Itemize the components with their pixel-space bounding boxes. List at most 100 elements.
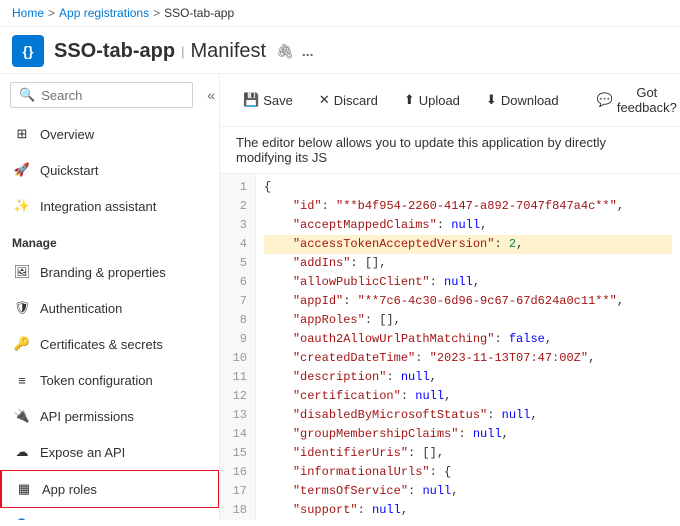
- sidebar-item-owners[interactable]: 👤 Owners: [0, 508, 219, 520]
- sidebar-item-integration-assistant[interactable]: ✨ Integration assistant: [0, 188, 219, 224]
- feedback-icon: 💬: [597, 92, 613, 108]
- sidebar-item-quickstart[interactable]: 🚀 Quickstart: [0, 152, 219, 188]
- app-header: {} SSO-tab-app | Manifest 🖇 ...: [0, 27, 680, 74]
- search-box[interactable]: 🔍: [10, 82, 193, 108]
- line-number: 2: [220, 197, 255, 216]
- line-number: 4: [220, 235, 255, 254]
- breadcrumb-app-registrations[interactable]: App registrations: [59, 6, 149, 20]
- sidebar-item-overview[interactable]: ⊞ Overview: [0, 116, 219, 152]
- code-line: "identifierUris": [],: [264, 444, 672, 463]
- code-line: "appRoles": [],: [264, 311, 672, 330]
- page-title: Manifest: [191, 40, 267, 63]
- sidebar-label-app-roles: App roles: [42, 482, 97, 497]
- code-line: "createdDateTime": "2023-11-13T07:47:00Z…: [264, 349, 672, 368]
- upload-icon: ⬆: [404, 92, 415, 108]
- line-number: 10: [220, 349, 255, 368]
- quickstart-icon: 🚀: [12, 160, 32, 180]
- content-area: 💾 Save ✕ Discard ⬆ Upload ⬇ Download 💬 G…: [220, 74, 680, 520]
- upload-button[interactable]: ⬆ Upload: [393, 87, 471, 113]
- save-button[interactable]: 💾 Save: [232, 87, 304, 113]
- upload-label: Upload: [419, 93, 460, 108]
- authentication-icon: 🛡: [12, 298, 32, 318]
- line-number: 16: [220, 463, 255, 482]
- line-number: 7: [220, 292, 255, 311]
- line-number: 9: [220, 330, 255, 349]
- sidebar-label-owners: Owners: [40, 519, 85, 521]
- breadcrumb-home[interactable]: Home: [12, 6, 44, 20]
- line-numbers: 123456789101112131415161718192021: [220, 174, 256, 520]
- line-number: 18: [220, 501, 255, 520]
- sidebar-label-token: Token configuration: [40, 373, 153, 388]
- discard-button[interactable]: ✕ Discard: [308, 87, 389, 113]
- sidebar-item-app-roles[interactable]: ▦ App roles: [0, 470, 219, 508]
- breadcrumb-sep1: >: [48, 6, 55, 20]
- token-icon: ≡: [12, 370, 32, 390]
- download-button[interactable]: ⬇ Download: [475, 87, 570, 113]
- sidebar-label-api: API permissions: [40, 409, 134, 424]
- feedback-label: Got feedback?: [617, 85, 677, 115]
- expose-icon: ☁: [12, 442, 32, 462]
- manage-section-label: Manage: [0, 224, 219, 254]
- more-options-icon[interactable]: ...: [302, 43, 314, 59]
- line-number: 17: [220, 482, 255, 501]
- collapse-button[interactable]: «: [203, 87, 219, 103]
- code-line: {: [264, 178, 672, 197]
- main-layout: 🔍 « ⊞ Overview 🚀 Quickstart ✨ Integratio…: [0, 74, 680, 520]
- code-line: "termsOfService": null,: [264, 482, 672, 501]
- code-line: "id": "**b4f954-2260-4147-a892-7047f847a…: [264, 197, 672, 216]
- app-icon: {}: [12, 35, 44, 67]
- branding-icon: 🖼: [12, 262, 32, 282]
- app-name: SSO-tab-app: [54, 40, 175, 63]
- line-number: 5: [220, 254, 255, 273]
- overview-icon: ⊞: [12, 124, 32, 144]
- sidebar-item-token-configuration[interactable]: ≡ Token configuration: [0, 362, 219, 398]
- sidebar-label-integration: Integration assistant: [40, 199, 156, 214]
- save-label: Save: [263, 93, 293, 108]
- breadcrumb: Home > App registrations > SSO-tab-app: [0, 0, 680, 27]
- sidebar-item-api-permissions[interactable]: 🔌 API permissions: [0, 398, 219, 434]
- header-icons: 🖇 ...: [276, 43, 313, 60]
- line-number: 14: [220, 425, 255, 444]
- feedback-button[interactable]: 💬 Got feedback?: [586, 80, 680, 120]
- download-icon: ⬇: [486, 92, 497, 108]
- code-line: "addIns": [],: [264, 254, 672, 273]
- breadcrumb-current: SSO-tab-app: [164, 6, 234, 20]
- code-line: "allowPublicClient": null,: [264, 273, 672, 292]
- sidebar-item-authentication[interactable]: 🛡 Authentication: [0, 290, 219, 326]
- code-line: "groupMembershipClaims": null,: [264, 425, 672, 444]
- code-line: "informationalUrls": {: [264, 463, 672, 482]
- sidebar-label-expose: Expose an API: [40, 445, 125, 460]
- search-input[interactable]: [41, 88, 184, 103]
- sidebar-item-certificates[interactable]: 🔑 Certificates & secrets: [0, 326, 219, 362]
- integration-icon: ✨: [12, 196, 32, 216]
- code-line: "disabledByMicrosoftStatus": null,: [264, 406, 672, 425]
- code-line: "appId": "**7c6-4c30-6d96-9c67-67d624a0c…: [264, 292, 672, 311]
- certificates-icon: 🔑: [12, 334, 32, 354]
- editor-description: The editor below allows you to update th…: [220, 127, 680, 174]
- discard-label: Discard: [334, 93, 378, 108]
- sidebar-label-overview: Overview: [40, 127, 94, 142]
- sidebar-item-branding[interactable]: 🖼 Branding & properties: [0, 254, 219, 290]
- save-icon: 💾: [243, 92, 259, 108]
- line-number: 11: [220, 368, 255, 387]
- code-line: "support": null,: [264, 501, 672, 520]
- code-editor[interactable]: 123456789101112131415161718192021 { "id"…: [220, 174, 680, 520]
- app-roles-icon: ▦: [14, 479, 34, 499]
- editor-content[interactable]: { "id": "**b4f954-2260-4147-a892-7047f84…: [256, 174, 680, 520]
- sidebar-label-certificates: Certificates & secrets: [40, 337, 163, 352]
- line-number: 12: [220, 387, 255, 406]
- line-number: 15: [220, 444, 255, 463]
- code-line: "accessTokenAcceptedVersion": 2,: [264, 235, 672, 254]
- line-number: 1: [220, 178, 255, 197]
- owners-icon: 👤: [12, 516, 32, 520]
- toolbar: 💾 Save ✕ Discard ⬆ Upload ⬇ Download 💬 G…: [220, 74, 680, 127]
- pin-icon[interactable]: 🖇: [276, 43, 294, 60]
- sidebar-item-expose-api[interactable]: ☁ Expose an API: [0, 434, 219, 470]
- api-icon: 🔌: [12, 406, 32, 426]
- line-number: 3: [220, 216, 255, 235]
- code-line: "acceptMappedClaims": null,: [264, 216, 672, 235]
- code-line: "description": null,: [264, 368, 672, 387]
- breadcrumb-sep2: >: [153, 6, 160, 20]
- line-number: 13: [220, 406, 255, 425]
- code-line: "certification": null,: [264, 387, 672, 406]
